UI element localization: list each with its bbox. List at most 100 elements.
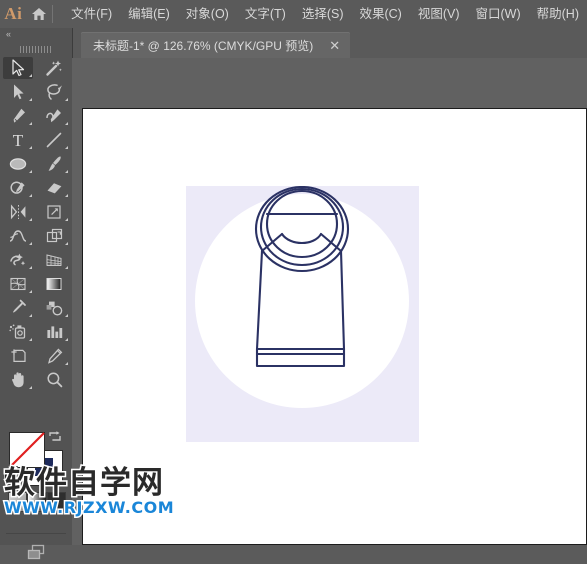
menu-item-select[interactable]: 选择(S) [294, 3, 352, 25]
no-fill-slash-icon [9, 432, 45, 468]
tool-curvature[interactable] [36, 104, 72, 128]
change-screen-mode-icon [27, 544, 45, 560]
tool-pen[interactable] [0, 104, 36, 128]
menu-item-edit[interactable]: 编辑(E) [120, 3, 178, 25]
tool-type[interactable]: T [0, 128, 36, 152]
menu-item-object[interactable]: 对象(O) [178, 3, 237, 25]
menu-item-effect[interactable]: 效果(C) [351, 3, 409, 25]
tool-ellipse[interactable] [0, 152, 36, 176]
tool-selection[interactable] [0, 56, 36, 80]
document-tab[interactable]: 未标题-1* @ 126.76% (CMYK/GPU 预览) ✕ [81, 32, 351, 58]
default-fill-stroke-icon[interactable] [4, 466, 18, 480]
tool-line-segment[interactable] [36, 128, 72, 152]
perspective-grid-tool-icon [46, 254, 62, 266]
tool-shaper[interactable] [0, 176, 36, 200]
tool-shape-builder[interactable] [0, 248, 36, 272]
tool-mesh[interactable] [0, 272, 36, 296]
tools-grid: T [0, 56, 72, 392]
menu-item-file[interactable]: 文件(F) [63, 3, 120, 25]
tool-flyout-indicator [29, 170, 32, 173]
tool-artboard[interactable] [0, 344, 36, 368]
menu-separator [52, 5, 54, 23]
tool-free-transform[interactable] [36, 224, 72, 248]
tool-magic-wand[interactable] [36, 56, 72, 80]
tool-flyout-indicator [65, 98, 68, 101]
tool-scale[interactable] [36, 200, 72, 224]
document-tab-title: 未标题-1* @ 126.76% (CMYK/GPU 预览) [93, 38, 314, 53]
tool-rotate[interactable] [0, 200, 36, 224]
color-mode-color-button[interactable] [8, 492, 28, 512]
tool-paintbrush[interactable] [36, 152, 72, 176]
tools-panel: « T [0, 28, 73, 560]
collapse-panel-icon[interactable]: « [6, 30, 11, 39]
canvas-area[interactable] [72, 58, 587, 545]
eraser-tool-icon [47, 183, 61, 194]
fill-stroke-controls [0, 430, 72, 490]
fill-swatch[interactable] [9, 432, 45, 468]
tool-width[interactable] [0, 224, 36, 248]
menu-item-help[interactable]: 帮助(H) [529, 3, 587, 25]
tool-flyout-indicator [65, 194, 68, 197]
tools-panel-drag-grip[interactable] [0, 44, 72, 54]
change-screen-mode-button[interactable] [0, 540, 72, 564]
illustrator-logo: Ai [4, 4, 23, 23]
tool-flyout-indicator [65, 242, 68, 245]
eyedropper-tool-icon [13, 299, 26, 313]
close-icon[interactable]: ✕ [327, 39, 342, 52]
swap-fill-stroke-icon[interactable] [47, 430, 63, 446]
menu-bar: Ai 文件(F) 编辑(E) 对象(O) 文字(T) 选择(S) 效果(C) 视… [0, 0, 587, 28]
color-mode-none-button[interactable] [46, 492, 66, 512]
tool-lasso[interactable] [36, 80, 72, 104]
pen-tool-icon [13, 108, 25, 123]
selection-tool-icon [12, 59, 25, 77]
tool-flyout-indicator [65, 362, 68, 365]
menu-item-window[interactable]: 窗口(W) [468, 3, 529, 25]
tool-flyout-indicator [29, 386, 32, 389]
tools-panel-divider [6, 533, 66, 534]
document-tab-bar: 未标题-1* @ 126.76% (CMYK/GPU 预览) ✕ [72, 28, 587, 59]
color-mode-gradient-button[interactable] [27, 492, 47, 512]
tool-flyout-indicator [65, 314, 68, 317]
scale-tool-icon [46, 205, 61, 219]
artboard-tool-icon [10, 349, 26, 362]
tool-gradient[interactable] [36, 272, 72, 296]
home-button[interactable] [27, 0, 51, 28]
home-icon [31, 8, 46, 20]
turtleneck-sweater-illustration[interactable] [186, 186, 419, 442]
tool-column-graph[interactable] [36, 320, 72, 344]
tool-flyout-indicator [29, 122, 32, 125]
paintbrush-tool-icon [48, 156, 61, 171]
tool-flyout-indicator [65, 338, 68, 341]
tool-eyedropper[interactable] [0, 296, 36, 320]
line-segment-tool-icon [46, 132, 62, 148]
tool-blend[interactable] [36, 296, 72, 320]
artwork-white-circle [195, 194, 409, 408]
ellipse-tool-icon [9, 158, 27, 170]
symbol-sprayer-tool-icon [9, 324, 26, 339]
tool-eraser[interactable] [36, 176, 72, 200]
tool-flyout-indicator [65, 218, 68, 221]
tool-direct-selection[interactable] [0, 80, 36, 104]
tool-flyout-indicator [29, 290, 32, 293]
color-mode-buttons [8, 492, 66, 512]
tool-hand[interactable] [0, 368, 36, 392]
tool-slice[interactable] [36, 344, 72, 368]
tool-flyout-indicator [29, 146, 32, 149]
tool-perspective-grid[interactable] [36, 248, 72, 272]
tool-zoom[interactable] [36, 368, 72, 392]
menu-item-type[interactable]: 文字(T) [237, 3, 294, 25]
tool-flyout-indicator [29, 98, 32, 101]
tool-flyout-indicator [29, 218, 32, 221]
menu-item-view[interactable]: 视图(V) [410, 3, 468, 25]
tool-flyout-indicator [65, 122, 68, 125]
hand-tool-icon [11, 372, 24, 388]
tool-flyout-indicator [29, 74, 32, 77]
shaper-tool-icon [9, 181, 25, 194]
artboard[interactable] [82, 108, 587, 545]
tool-symbol-sprayer[interactable] [0, 320, 36, 344]
tool-flyout-indicator [65, 266, 68, 269]
tools-panel-header[interactable]: « [0, 28, 72, 42]
tool-flyout-indicator [65, 170, 68, 173]
column-graph-tool-icon [46, 326, 62, 338]
gradient-tool-icon [46, 278, 62, 290]
